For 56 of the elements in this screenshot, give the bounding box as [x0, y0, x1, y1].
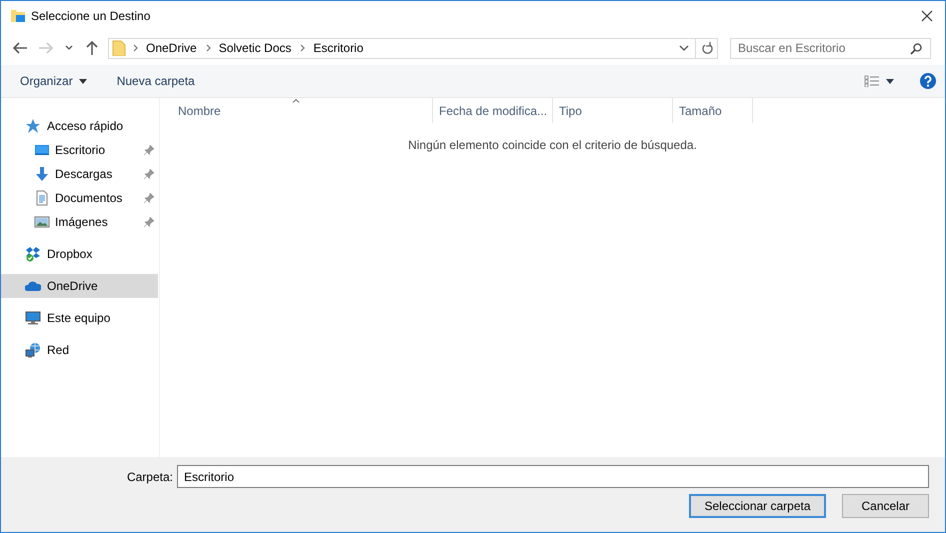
sidebar-item[interactable]: Red: [1, 338, 158, 362]
column-header[interactable]: Nombre: [160, 98, 433, 123]
caret-down-icon: [78, 78, 87, 84]
breadcrumb-item[interactable]: Escritorio: [313, 41, 364, 55]
column-header[interactable]: Fecha de modifica...: [433, 98, 553, 123]
sidebar-item[interactable]: OneDrive: [1, 274, 158, 298]
monitor-icon: [25, 310, 41, 326]
desktop-icon: [34, 142, 50, 158]
down-arrow-icon: [34, 166, 50, 182]
image-icon: [34, 214, 50, 230]
column-header[interactable]: Tipo: [553, 98, 673, 123]
caret-down-icon: [886, 78, 894, 84]
close-icon: [921, 10, 933, 22]
sidebar-item[interactable]: Escritorio: [1, 138, 158, 162]
pin-icon: [144, 169, 154, 179]
star-icon: [25, 118, 41, 134]
sort-caret-icon: [292, 98, 300, 103]
folder-name-field[interactable]: Escritorio: [177, 465, 929, 488]
cancel-button[interactable]: Cancelar: [842, 494, 929, 518]
details-view-icon: [864, 75, 880, 87]
refresh-icon: [700, 41, 712, 55]
search-icon: [910, 42, 922, 54]
chevron-down-icon: [679, 44, 689, 52]
sidebar-item[interactable]: Acceso rápido: [1, 114, 158, 138]
network-icon: [25, 342, 41, 358]
sidebar-item[interactable]: Descargas: [1, 162, 158, 186]
back-arrow-icon: [12, 40, 28, 56]
sidebar-item[interactable]: Este equipo: [1, 306, 158, 330]
breadcrumb-item[interactable]: Solvetic Docs: [218, 41, 292, 55]
forward-arrow-icon: [38, 40, 54, 56]
chevron-right-icon: [206, 44, 212, 52]
search-field[interactable]: Buscar en Escritorio: [730, 38, 931, 58]
chevron-right-icon: [133, 44, 139, 52]
organize-menu[interactable]: Organizar: [12, 70, 95, 92]
help-icon: [920, 73, 936, 89]
column-header[interactable]: Tamaño: [673, 98, 753, 123]
sidebar-item[interactable]: Dropbox: [1, 242, 158, 266]
dropbox-icon: [25, 246, 41, 262]
sidebar-item[interactable]: Documentos: [1, 186, 158, 210]
empty-message: Ningún elemento coincide con el criterio de búsqueda.: [407, 138, 698, 152]
help-button[interactable]: [920, 73, 936, 89]
address-bar[interactable]: OneDrive Solvetic Docs Escritorio: [108, 38, 718, 58]
pin-icon: [144, 217, 154, 227]
new-folder-button[interactable]: Nueva carpeta: [108, 70, 203, 92]
folder-label: Carpeta:: [126, 470, 174, 484]
chevron-right-icon: [300, 44, 306, 52]
folder-icon: [10, 8, 26, 24]
pin-icon: [144, 145, 154, 155]
select-folder-button[interactable]: Seleccionar carpeta: [689, 494, 826, 518]
document-icon: [34, 190, 50, 206]
breadcrumb-item[interactable]: OneDrive: [146, 41, 197, 55]
folder-icon: [112, 40, 126, 56]
window-title: Seleccione un Destino: [31, 9, 152, 23]
sidebar-item[interactable]: Imágenes: [1, 210, 158, 234]
up-arrow-icon: [84, 40, 100, 56]
pin-icon: [144, 193, 154, 203]
